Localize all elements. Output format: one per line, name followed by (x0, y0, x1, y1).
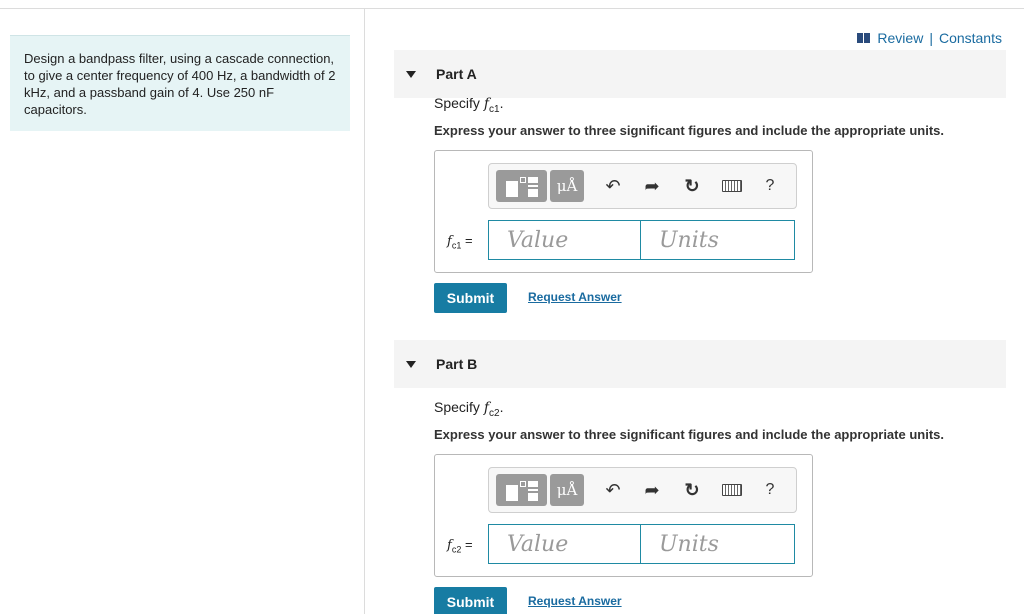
symbols-button[interactable]: μÅ (550, 474, 584, 506)
undo-icon[interactable]: ↶ (602, 478, 624, 502)
top-divider (0, 8, 1024, 9)
redo-icon[interactable]: ➦ (641, 174, 663, 198)
keyboard-icon[interactable] (721, 174, 743, 198)
part-a-header[interactable]: Part A (394, 50, 1006, 98)
units-input[interactable] (640, 220, 795, 260)
part-b-answer-box: μÅ ↶ ➦ ↻ ? fc2 = (434, 454, 813, 577)
undo-icon[interactable]: ↶ (602, 174, 624, 198)
specify-subscript: c2 (489, 407, 500, 419)
part-a-title: Part A (436, 66, 477, 82)
constants-link[interactable]: Constants (939, 30, 1002, 46)
math-toolbar: μÅ ↶ ➦ ↻ ? (488, 467, 797, 513)
help-icon[interactable]: ? (759, 174, 781, 198)
variable-label: fc2 = (447, 537, 473, 555)
problem-statement: Design a bandpass filter, using a cascad… (10, 35, 350, 131)
value-input[interactable] (488, 524, 641, 564)
problem-text: Design a bandpass filter, using a cascad… (24, 51, 336, 117)
reset-icon[interactable]: ↻ (681, 478, 703, 502)
specify-period: . (499, 399, 504, 415)
page: Design a bandpass filter, using a cascad… (0, 0, 1024, 614)
help-icon[interactable]: ? (759, 478, 781, 502)
equals-sign: = (464, 233, 473, 248)
collapse-caret-icon[interactable] (406, 70, 416, 78)
templates-icon (504, 175, 540, 197)
part-a-answer-box: μÅ ↶ ➦ ↻ ? fc1 = (434, 150, 813, 273)
redo-icon[interactable]: ➦ (641, 478, 663, 502)
header-separator: | (929, 30, 933, 46)
specify-text: Specify (434, 399, 480, 415)
value-input[interactable] (488, 220, 641, 260)
part-b-title: Part B (436, 356, 478, 372)
request-answer-link[interactable]: Request Answer (528, 290, 622, 304)
symbols-button[interactable]: μÅ (550, 170, 584, 202)
reset-icon[interactable]: ↻ (681, 174, 703, 198)
part-a-instruction: Express your answer to three significant… (434, 123, 944, 138)
templates-button[interactable] (496, 474, 547, 506)
variable-subscript: c2 (451, 544, 462, 555)
templates-icon (504, 479, 540, 501)
specify-text: Specify (434, 95, 480, 111)
variable-subscript: c1 (451, 240, 462, 251)
templates-button[interactable] (496, 170, 547, 202)
part-b-instruction: Express your answer to three significant… (434, 427, 944, 442)
variable-label: fc1 = (447, 233, 473, 251)
math-toolbar: μÅ ↶ ➦ ↻ ? (488, 163, 797, 209)
specify-period: . (499, 95, 504, 111)
review-constants-bar: Review | Constants (857, 30, 1002, 46)
column-divider (364, 8, 365, 614)
part-b-header[interactable]: Part B (394, 340, 1006, 388)
part-a-question: Specify fc1. (434, 95, 503, 115)
collapse-caret-icon[interactable] (406, 360, 416, 368)
book-icon (857, 33, 871, 43)
keyboard-icon[interactable] (721, 478, 743, 502)
submit-button[interactable]: Submit (434, 283, 507, 313)
review-link[interactable]: Review (877, 30, 923, 46)
equals-sign: = (464, 537, 473, 552)
submit-button[interactable]: Submit (434, 587, 507, 614)
specify-subscript: c1 (489, 103, 500, 115)
request-answer-link[interactable]: Request Answer (528, 594, 622, 608)
part-b-question: Specify fc2. (434, 399, 503, 419)
units-input[interactable] (640, 524, 795, 564)
